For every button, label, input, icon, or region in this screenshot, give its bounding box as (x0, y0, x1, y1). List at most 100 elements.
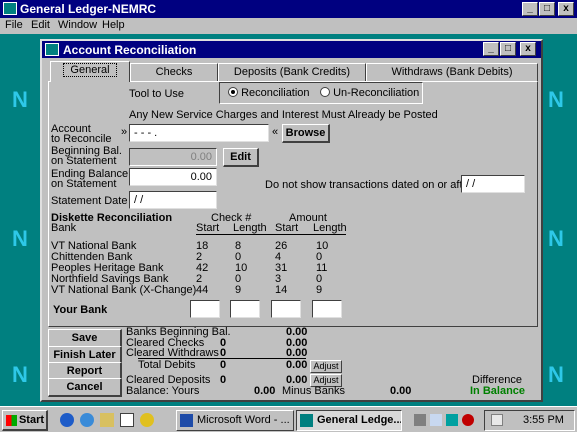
statement-date-input[interactable]: / / (129, 191, 217, 209)
minimize-button[interactable]: _ (522, 2, 538, 16)
account-input[interactable]: - - - . (129, 124, 269, 142)
balance-yours-label: Balance: Yours (126, 385, 200, 397)
window-title: Account Reconciliation (63, 43, 197, 57)
amount-start: 14 (275, 284, 288, 296)
browser-icon[interactable] (60, 413, 74, 427)
menu-bar: File Edit Window Help (0, 18, 577, 34)
app-icon (3, 2, 17, 15)
quick-launch (56, 411, 166, 430)
total-debits-label: Total Debits (138, 359, 196, 371)
task-general-ledger[interactable]: General Ledge... (296, 410, 402, 431)
antivirus-icon[interactable] (462, 414, 474, 426)
restore-button[interactable]: □ (539, 2, 555, 16)
background-logo-icon: N (548, 87, 564, 112)
app-title: General Ledger-NEMRC (20, 2, 157, 16)
account-marker-right: « (272, 126, 279, 138)
help-icon[interactable] (140, 413, 154, 427)
ledger-icon (300, 414, 313, 427)
network-icon[interactable] (414, 414, 426, 426)
total-debits-value: 0.00 (286, 359, 308, 371)
scheduler-icon[interactable] (430, 414, 442, 426)
ending-balance-label-2: on Statement (51, 178, 117, 190)
your-bank-amount-start-input[interactable] (271, 300, 301, 318)
statement-date-label: Statement Date (51, 195, 128, 207)
ending-balance-input[interactable]: 0.00 (129, 168, 217, 186)
background-logo-icon: N (548, 362, 564, 387)
balance-summary: Save Finish Later Report Cancel Banks Be… (48, 326, 538, 397)
browse-button[interactable]: Browse (282, 124, 330, 143)
tab-deposits[interactable]: Deposits (Bank Credits) (218, 63, 366, 81)
background-logo-icon: N (548, 226, 564, 251)
ie-icon[interactable] (80, 413, 94, 427)
in-balance-status: In Balance (470, 385, 526, 397)
tool-to-use-label: Tool to Use (129, 88, 185, 100)
menu-file[interactable]: File (5, 19, 23, 31)
taskbar: Start Microsoft Word - ... General Ledge… (0, 406, 577, 432)
general-tab-panel: Tool to Use Reconciliation Un-Reconcilia… (48, 81, 538, 327)
background-logo-icon: N (12, 362, 28, 387)
folder-icon[interactable] (100, 413, 114, 427)
minus-banks-value: 0.00 (390, 385, 412, 397)
menu-edit[interactable]: Edit (31, 19, 50, 31)
start-button[interactable]: Start (2, 410, 48, 431)
beginning-balance-field: 0.00 (129, 148, 217, 166)
beginning-balance-label-2: on Statement (51, 155, 117, 167)
tab-withdraws[interactable]: Withdraws (Bank Debits) (366, 63, 538, 81)
radio-dot-icon (320, 87, 330, 97)
no-show-date-input[interactable]: / / (461, 175, 525, 193)
notice-text: Any New Service Charges and Interest Mus… (129, 109, 438, 121)
clock[interactable]: 3:55 PM (523, 414, 564, 426)
tool-radio-group: Reconciliation Un-Reconciliation (219, 82, 423, 104)
cancel-button[interactable]: Cancel (48, 378, 122, 397)
check-start: 44 (196, 284, 209, 296)
edit-button[interactable]: Edit (223, 148, 259, 167)
child-minimize-button[interactable]: _ (483, 42, 499, 56)
your-bank-check-length-input[interactable] (230, 300, 260, 318)
system-tray: 3:55 PM (484, 410, 575, 431)
adjust-debits-button[interactable]: Adjust (310, 360, 342, 373)
check-length-header: Length (233, 222, 267, 234)
tab-general[interactable]: General (50, 61, 130, 82)
speaker-icon[interactable] (491, 414, 503, 426)
bank-header: Bank (51, 222, 77, 234)
account-reconciliation-window: Account Reconciliation _ □ x General Che… (40, 39, 543, 402)
window-titlebar[interactable]: Account Reconciliation _ □ x (42, 41, 541, 58)
sync-icon[interactable] (446, 414, 458, 426)
radio-dot-icon (228, 87, 238, 97)
tab-checks[interactable]: Checks (130, 63, 218, 81)
app-titlebar[interactable]: General Ledger-NEMRC _ □ x (0, 0, 577, 18)
minus-banks-label: Minus Banks (282, 385, 345, 397)
diskette-reconciliation-table: Diskette Reconciliation Check # Amount B… (51, 212, 351, 324)
radio-unreconciliation[interactable]: Un-Reconciliation (320, 87, 419, 99)
check-start-header: Start (196, 222, 220, 234)
cleared-deposits-count: 0 (220, 374, 227, 386)
word-icon (180, 414, 193, 427)
notepad-icon[interactable] (120, 413, 134, 427)
check-length: 9 (235, 284, 242, 296)
window-icon (45, 43, 59, 56)
amount-start-header: Start (275, 222, 299, 234)
child-restore-button[interactable]: □ (500, 42, 516, 56)
total-debits-count: 0 (220, 359, 227, 371)
amount-length-header: Length (313, 222, 347, 234)
background-logo-icon: N (12, 226, 28, 251)
account-label-2: to Reconcile (51, 133, 112, 145)
background-logo-icon: N (12, 87, 28, 112)
task-microsoft-word[interactable]: Microsoft Word - ... (176, 410, 294, 431)
no-show-label: Do not show transactions dated on or aft… (265, 179, 476, 191)
windows-logo-icon (6, 415, 17, 426)
child-close-button[interactable]: x (520, 42, 536, 56)
account-marker-left: » (121, 126, 128, 138)
radio-reconciliation[interactable]: Reconciliation (228, 87, 310, 99)
your-bank-check-start-input[interactable] (190, 300, 220, 318)
menu-help[interactable]: Help (102, 19, 125, 31)
balance-yours-value: 0.00 (254, 385, 276, 397)
your-bank-amount-length-input[interactable] (312, 300, 342, 318)
bank-name: VT National Bank (X-Change) (51, 284, 197, 296)
amount-length: 9 (316, 284, 323, 296)
menu-window[interactable]: Window (58, 19, 97, 31)
your-bank-label: Your Bank (53, 304, 108, 316)
tray-icons (412, 411, 480, 430)
close-button[interactable]: x (558, 2, 574, 16)
header-divider (196, 234, 346, 235)
